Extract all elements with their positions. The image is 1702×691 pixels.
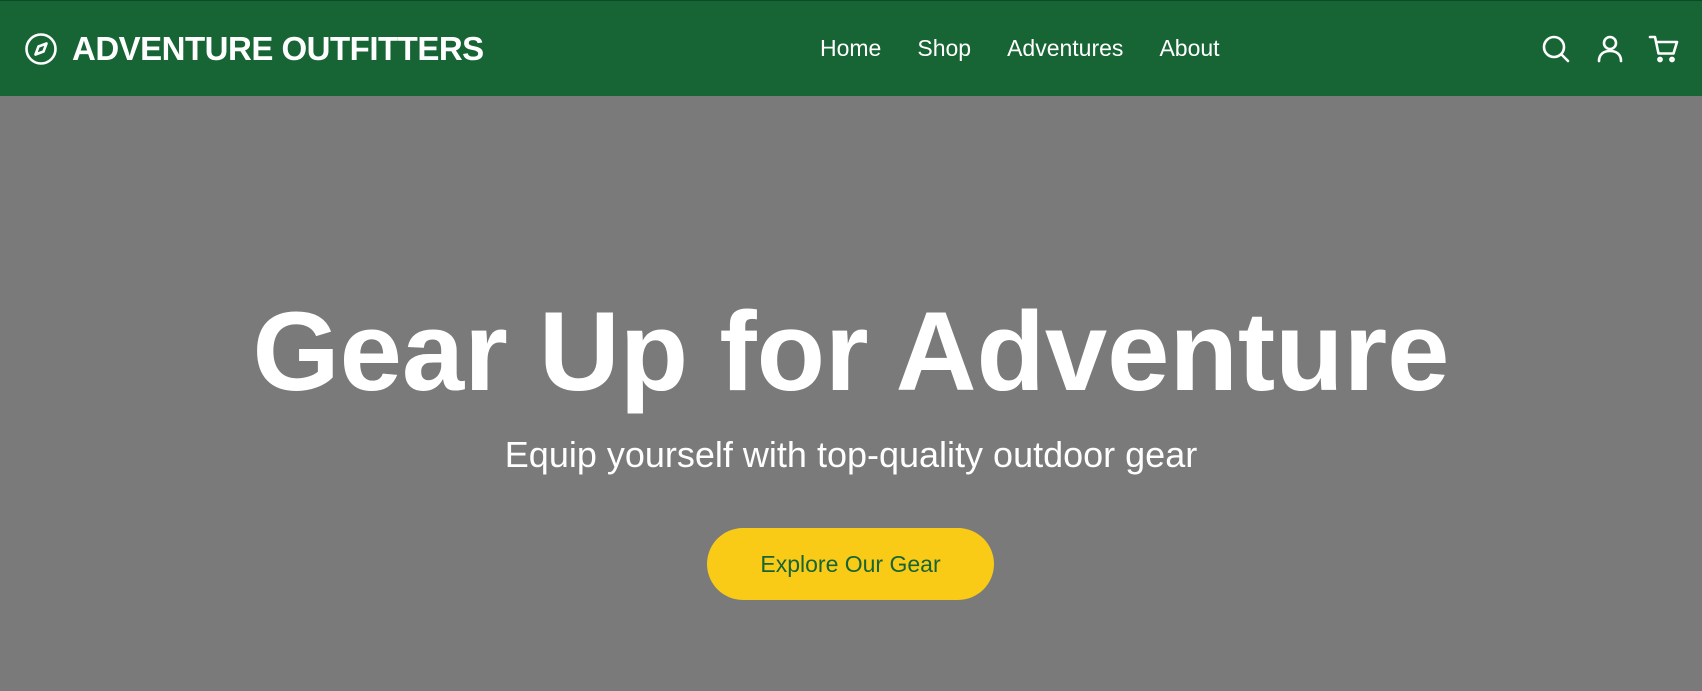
brand-link[interactable]: ADVENTURE OUTFITTERS <box>24 30 484 67</box>
explore-gear-button[interactable]: Explore Our Gear <box>707 528 994 600</box>
page: ADVENTURE OUTFITTERS Home Shop Adventure… <box>0 0 1702 691</box>
search-icon[interactable] <box>1540 33 1572 65</box>
hero-title: Gear Up for Adventure <box>252 289 1450 414</box>
cart-icon[interactable] <box>1648 33 1680 65</box>
hero-subtitle: Equip yourself with top-quality outdoor … <box>504 434 1198 475</box>
nav-link-about[interactable]: About <box>1159 35 1219 62</box>
nav-link-adventures[interactable]: Adventures <box>1007 35 1123 62</box>
nav-actions <box>1518 33 1680 65</box>
brand-name: ADVENTURE OUTFITTERS <box>72 30 484 67</box>
nav-link-home[interactable]: Home <box>820 35 881 62</box>
main-nav: Home Shop Adventures About <box>820 35 1220 62</box>
user-icon[interactable] <box>1594 33 1626 65</box>
hero-section: Gear Up for Adventure Equip yourself wit… <box>0 96 1702 691</box>
compass-icon <box>24 32 58 66</box>
navbar: ADVENTURE OUTFITTERS Home Shop Adventure… <box>0 0 1702 96</box>
nav-link-shop[interactable]: Shop <box>917 35 971 62</box>
